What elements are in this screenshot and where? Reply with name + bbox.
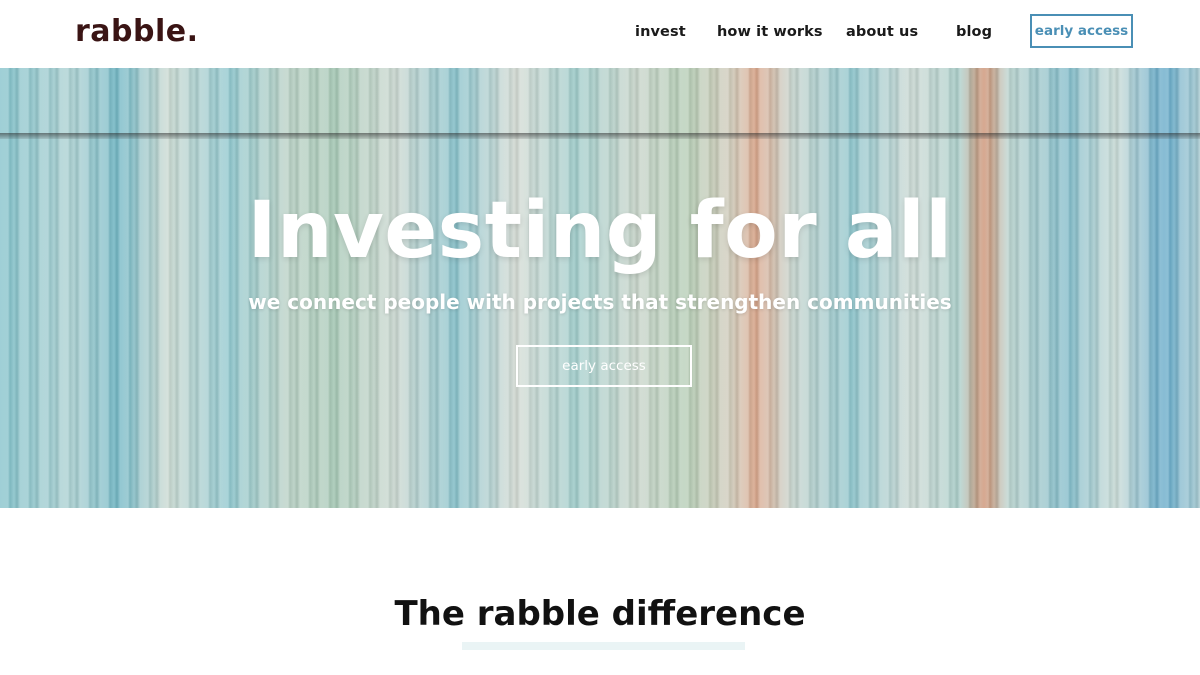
hero-banner: Investing for all we connect people with… (0, 68, 1200, 508)
section-title-underline (462, 642, 745, 650)
hero-subtitle: we connect people with projects that str… (248, 290, 952, 314)
nav-item-invest[interactable]: invest (635, 24, 686, 40)
hero-title: Investing for all (247, 186, 953, 276)
hero-early-access-button[interactable]: early access (516, 345, 692, 387)
hero-background-seam (0, 133, 1200, 139)
nav-item-about-us[interactable]: about us (846, 24, 918, 40)
nav-item-blog[interactable]: blog (956, 24, 992, 40)
site-header: rabble. invest how it works about us blo… (0, 0, 1200, 68)
nav-item-how-it-works[interactable]: how it works (717, 24, 823, 40)
header-early-access-button[interactable]: early access (1030, 14, 1133, 48)
brand-logo[interactable]: rabble. (75, 14, 199, 49)
section-title: The rabble difference (394, 594, 806, 634)
